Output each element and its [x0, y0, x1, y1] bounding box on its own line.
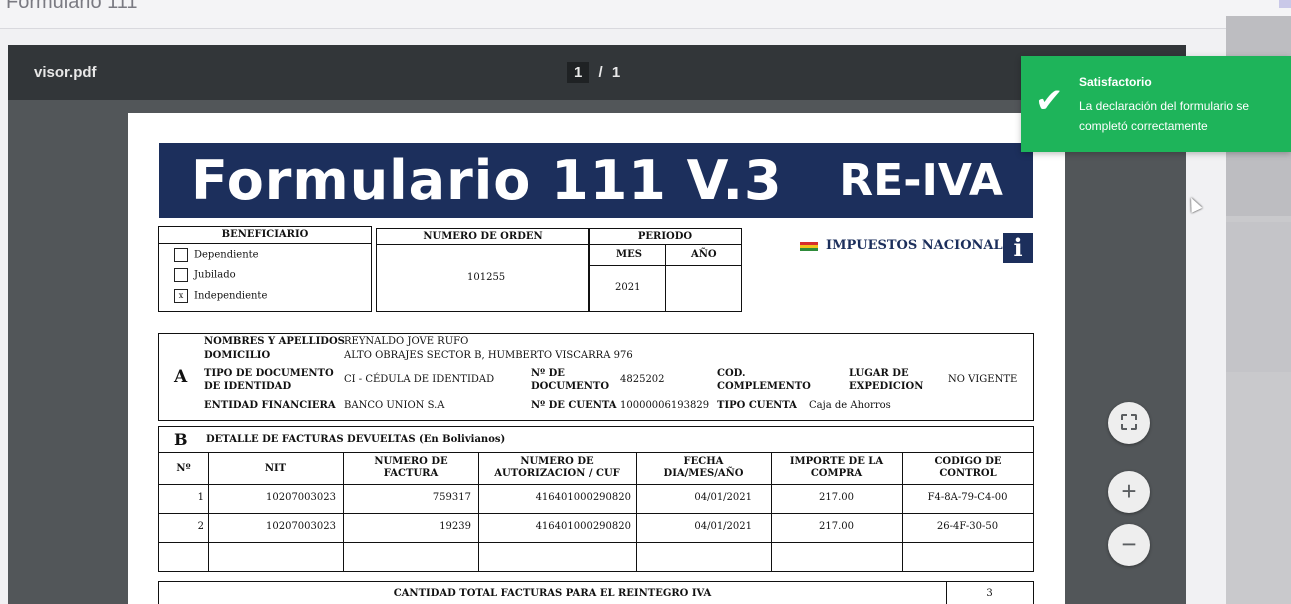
option-label: Dependiente	[194, 249, 259, 261]
option-dependiente: Dependiente	[174, 248, 259, 262]
brand-name: IMPUESTOS NACIONALES	[826, 238, 1022, 253]
table-cell: F4-8A-79-C4-00	[927, 492, 1008, 503]
page-separator: /	[598, 64, 603, 81]
toast-title: Satisfactorio	[1079, 75, 1152, 89]
beneficiario-header: BENEFICIARIO	[221, 229, 309, 240]
brand-logo: IMPUESTOS NACIONALES i	[800, 233, 1034, 263]
beneficiario-box: BENEFICIARIO Dependiente Jubilado x Indep…	[158, 226, 372, 312]
mouse-cursor-icon	[1185, 195, 1203, 213]
periodo-box: PERIODO MES AÑO 2021	[588, 228, 742, 312]
nro-doc-value: 4825202	[620, 374, 665, 385]
minus-icon: −	[1121, 529, 1137, 559]
checkmark-icon: ✔	[1035, 82, 1064, 120]
total-value: 3	[986, 588, 993, 599]
table-cell: 217.00	[819, 492, 854, 503]
total-pages: 1	[611, 64, 621, 81]
nro-doc-label: Nº DE DOCUMENTO	[531, 368, 610, 392]
fit-page-button[interactable]	[1108, 402, 1150, 444]
lugar-expedicion-label: LUGAR DE EXPEDICION	[849, 368, 924, 392]
app-title: Formulario 111	[6, 0, 138, 13]
col-header: NUMERO DE AUTORIZACION / CUF	[494, 456, 620, 479]
table-cell: 2	[197, 521, 204, 532]
flag-icon	[800, 242, 818, 251]
total-label: CANTIDAD TOTAL FACTURAS PARA EL REINTEGR…	[393, 588, 712, 599]
table-cell: 10207003023	[266, 521, 336, 532]
table-cell: 217.00	[819, 521, 854, 532]
brand-icon: i	[1003, 233, 1033, 263]
numero-orden-box: NUMERO DE ORDEN 101255	[376, 228, 590, 312]
domicilio-label: DOMICILIO	[204, 350, 271, 361]
entidad-label: ENTIDAD FINANCIERA	[204, 400, 336, 411]
table-cell: 10207003023	[266, 492, 336, 503]
tipo-cuenta-label: TIPO CUENTA	[717, 400, 797, 411]
mes-label: MES	[616, 249, 642, 260]
col-header: NIT	[264, 463, 287, 474]
fit-page-icon	[1121, 414, 1137, 430]
pdf-viewer: visor.pdf 1 / 1 Formulario 111 V.3 RE-IV…	[8, 45, 1186, 604]
current-page-input[interactable]: 1	[567, 62, 590, 83]
pdf-filename: visor.pdf	[34, 64, 97, 81]
zoom-in-button[interactable]: +	[1108, 471, 1150, 513]
col-header: FECHA DIA/MES/AÑO	[663, 456, 744, 479]
tipo-doc-value: CI - CÉDULA DE IDENTIDAD	[344, 374, 495, 385]
plus-icon: +	[1121, 476, 1137, 506]
table-cell: 04/01/2021	[694, 521, 752, 532]
periodo-header: PERIODO	[637, 231, 693, 242]
table-cell: 759317	[432, 492, 471, 503]
header-corner	[1279, 0, 1291, 8]
pdf-toolbar: visor.pdf 1 / 1	[8, 45, 1186, 100]
tipo-doc-label: TIPO DE DOCUMENTO DE IDENTIDAD	[204, 368, 334, 392]
table-cell: 416401000290820	[535, 521, 631, 532]
tipo-cuenta-value: Caja de Ahorros	[809, 400, 891, 411]
table-cell: 26-4F-30-50	[936, 521, 999, 532]
checkbox: x	[174, 289, 188, 303]
page-indicator: 1 / 1	[567, 62, 620, 83]
option-independiente: x Independiente	[174, 289, 267, 303]
orden-header: NUMERO DE ORDEN	[423, 231, 543, 242]
cod-complemento-label: COD. COMPLEMENTO	[717, 368, 811, 392]
pdf-page: Formulario 111 V.3 RE-IVA BENEFICIARIO D…	[128, 113, 1065, 604]
zoom-out-button[interactable]: −	[1108, 524, 1150, 566]
orden-value: 101255	[467, 272, 506, 283]
checkbox	[174, 248, 188, 262]
col-header: NUMERO DE FACTURA	[374, 456, 448, 479]
form-banner: Formulario 111 V.3 RE-IVA	[159, 143, 1033, 218]
option-jubilado: Jubilado	[174, 268, 236, 282]
section-a-letter: A	[174, 367, 188, 387]
col-header: IMPORTE DE LA COMPRA	[789, 456, 884, 479]
entidad-value: BANCO UNION S.A	[344, 400, 445, 411]
mes-value: 2021	[615, 282, 641, 293]
table-cell: 19239	[439, 521, 471, 532]
domicilio-value: ALTO OBRAJES SECTOR B, HUMBERTO VISCARRA…	[344, 350, 633, 361]
nombres-label: NOMBRES Y APELLIDOS	[204, 336, 345, 347]
section-b: B DETALLE DE FACTURAS DEVUELTAS (En Boli…	[158, 426, 1034, 572]
cuenta-value: 10000006193829	[620, 400, 710, 411]
lugar-expedicion-value: NO VIGENTE	[948, 374, 1018, 385]
section-b-title: DETALLE DE FACTURAS DEVUELTAS (En Bolivi…	[206, 434, 506, 445]
cuenta-label: Nº DE CUENTA	[531, 400, 617, 411]
form-subtitle: RE-IVA	[839, 155, 1003, 206]
success-toast[interactable]: ✔ Satisfactorio La declaración del formu…	[1021, 56, 1291, 152]
section-b-letter: B	[174, 430, 188, 449]
option-label: Jubilado	[194, 269, 236, 281]
toast-message: La declaración del formulario se complet…	[1079, 99, 1250, 133]
checkbox	[174, 268, 188, 282]
col-header: CODIGO DE CONTROL	[934, 456, 1002, 479]
table-cell: 04/01/2021	[694, 492, 752, 503]
col-header: Nº	[176, 463, 191, 474]
table-cell: 416401000290820	[535, 492, 631, 503]
table-cell: 1	[197, 492, 204, 503]
app-header: Formulario 111	[0, 0, 1291, 29]
side-panel-block	[1226, 222, 1291, 372]
nombres-value: REYNALDO JOVE RUFO	[344, 336, 469, 347]
anio-label: AÑO	[691, 249, 717, 260]
form-title: Formulario 111 V.3	[191, 149, 783, 212]
option-label: Independiente	[194, 290, 268, 302]
section-a: A NOMBRES Y APELLIDOS REYNALDO JOVE RUFO…	[158, 333, 1034, 421]
total-row: CANTIDAD TOTAL FACTURAS PARA EL REINTEGR…	[158, 581, 1034, 604]
